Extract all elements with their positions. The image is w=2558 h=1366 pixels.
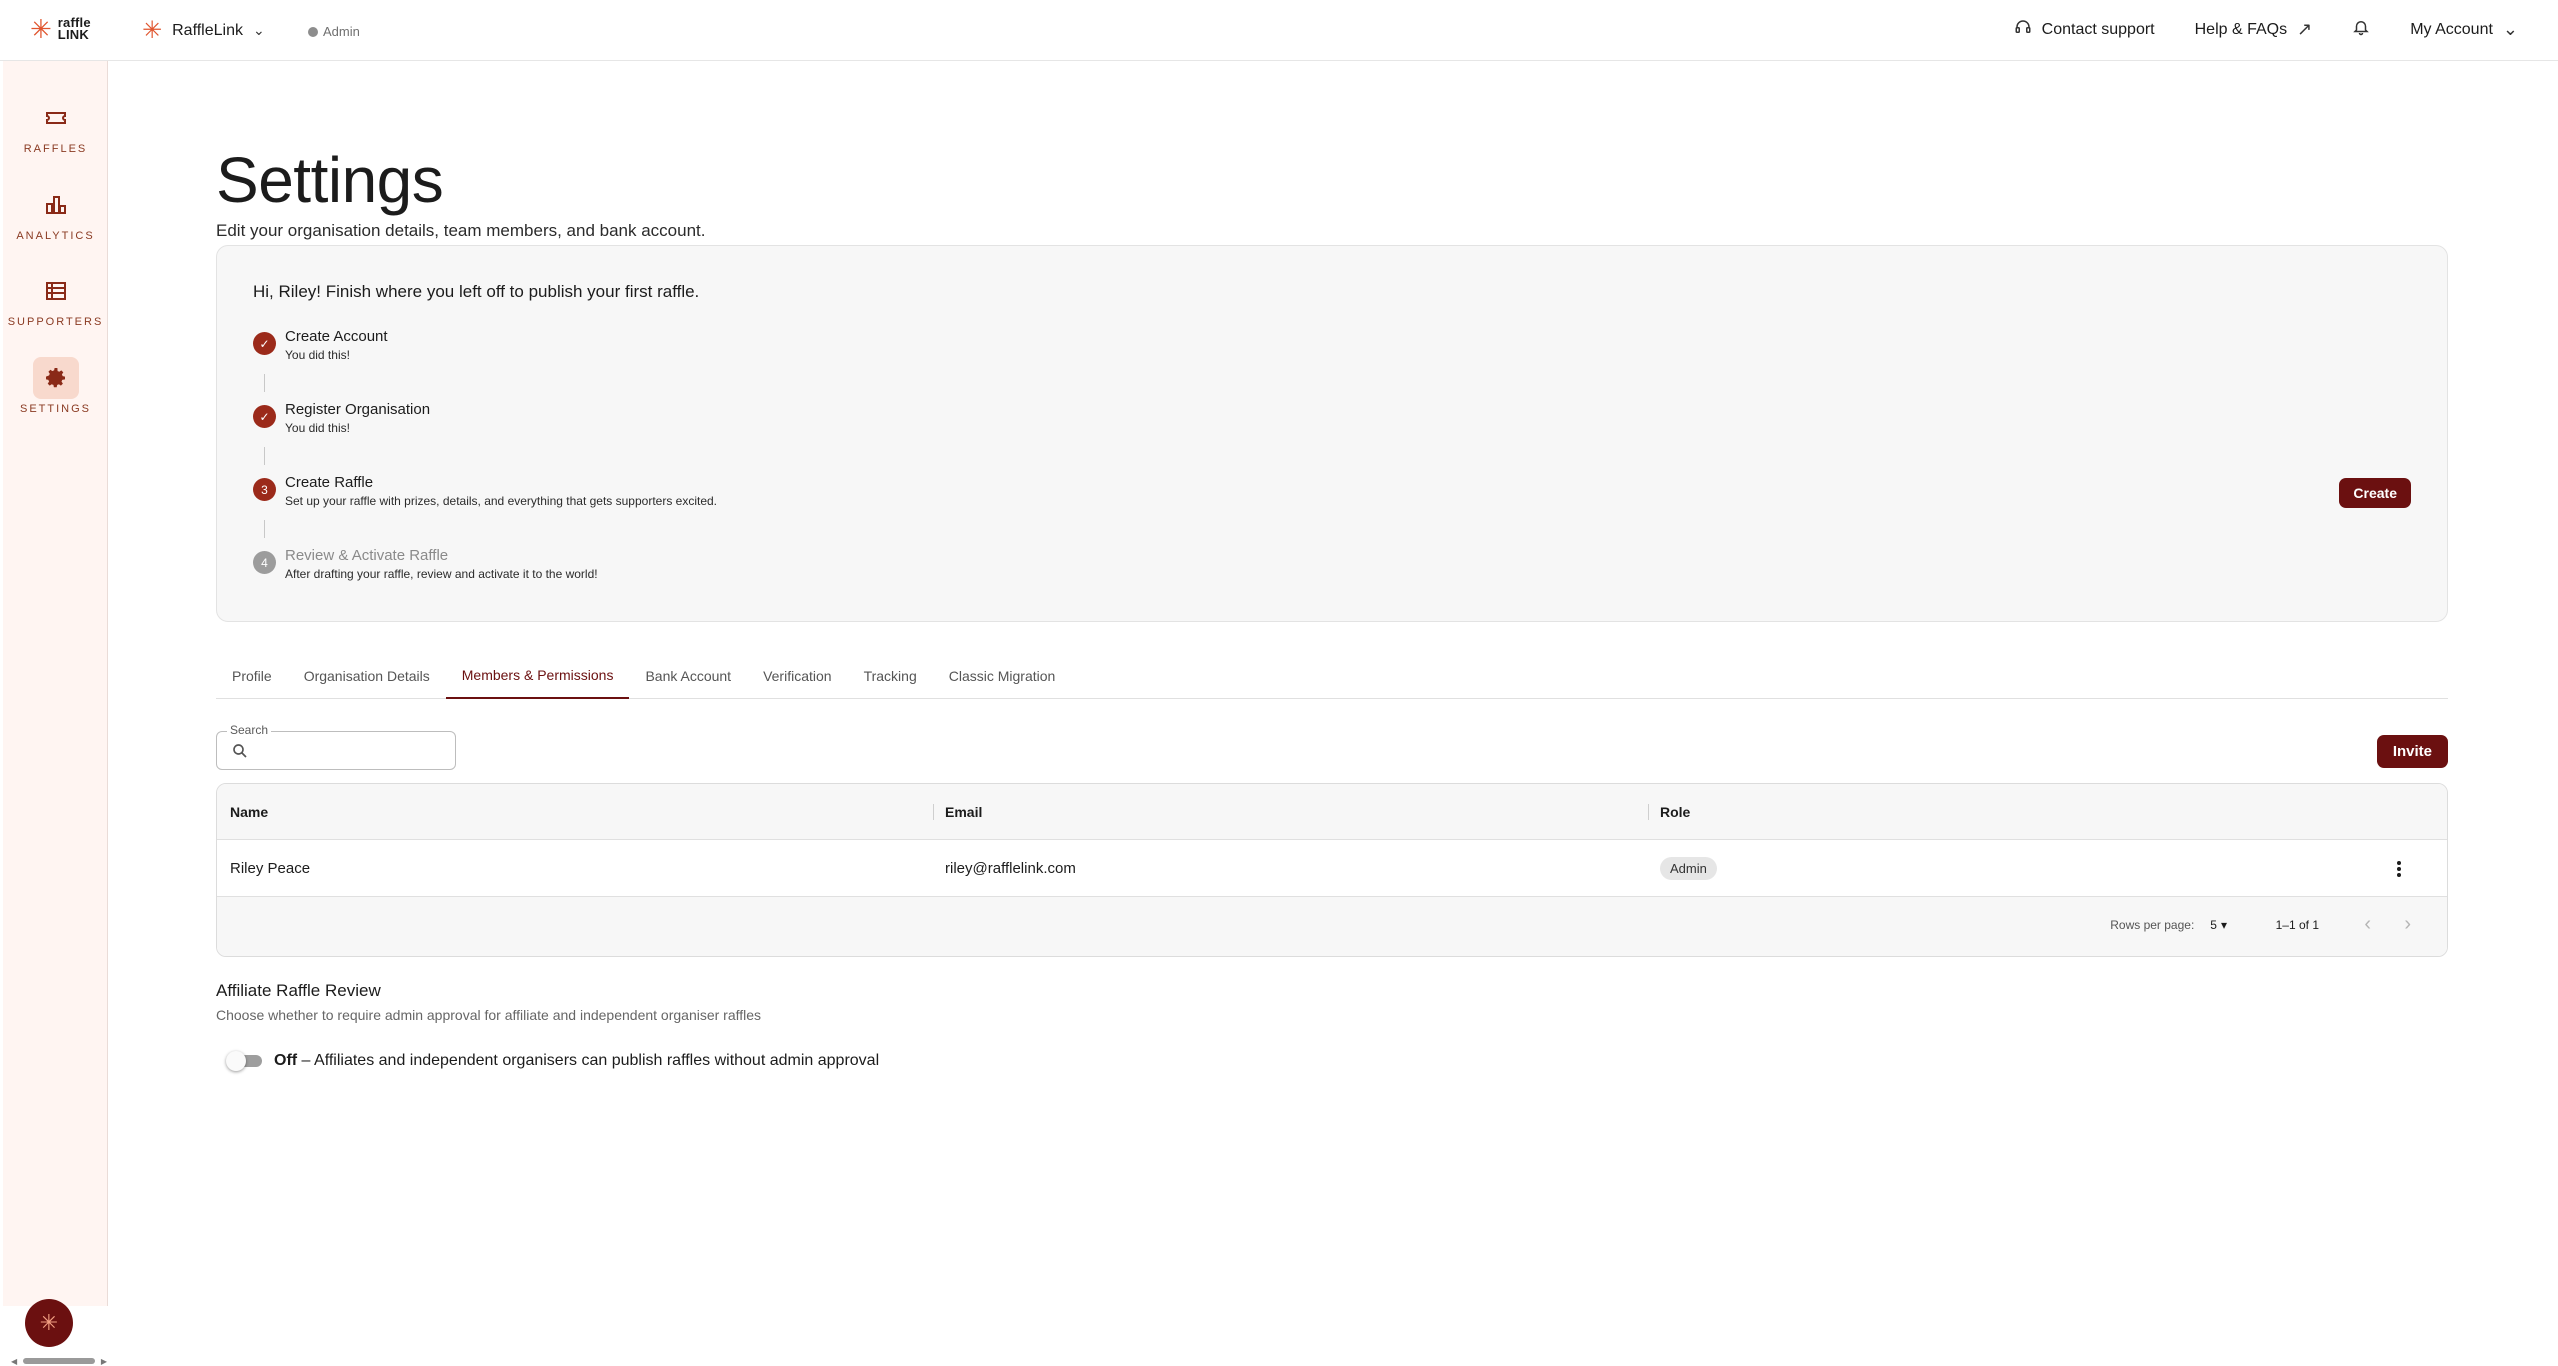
page-subtitle: Edit your organisation details, team mem… bbox=[216, 221, 706, 240]
previous-page-icon[interactable]: ‹ bbox=[2364, 913, 2371, 935]
my-account-menu[interactable]: My Account ⌄ bbox=[2410, 19, 2518, 40]
member-role: Admin bbox=[1660, 840, 1717, 897]
horizontal-scrollbar[interactable]: ◀ ▶ bbox=[11, 1356, 107, 1366]
tab-members-permissions[interactable]: Members & Permissions bbox=[445, 653, 630, 699]
row-actions-menu-icon[interactable] bbox=[2389, 858, 2409, 880]
sidebar: RAFFLES ANALYTICS SUPPORTERS SETTINGS ✳ … bbox=[3, 61, 108, 1366]
rows-per-page-select[interactable]: 5 ▾ bbox=[2210, 918, 2227, 932]
column-header-role[interactable]: Role bbox=[1648, 784, 1690, 840]
sidebar-item-label: ANALYTICS bbox=[16, 230, 95, 242]
step-number-badge: 3 bbox=[253, 478, 276, 501]
affiliate-review-toggle[interactable] bbox=[226, 1051, 262, 1071]
sidebar-item-label: SETTINGS bbox=[19, 403, 91, 415]
role-badge: Admin bbox=[1660, 857, 1717, 880]
step-description: After drafting your raffle, review and a… bbox=[285, 567, 598, 581]
contact-support-link[interactable]: Contact support bbox=[2014, 18, 2155, 41]
scrollbar-thumb[interactable] bbox=[23, 1358, 95, 1364]
toggle-thumb bbox=[226, 1051, 246, 1071]
org-switcher[interactable]: ✳ RaffleLink ⌄ bbox=[142, 16, 265, 45]
scroll-right-icon: ▶ bbox=[100, 1356, 107, 1366]
tab-classic-migration[interactable]: Classic Migration bbox=[933, 653, 1072, 699]
step-connector bbox=[264, 374, 265, 392]
tab-organisation-details[interactable]: Organisation Details bbox=[288, 653, 446, 699]
table-row[interactable]: Riley Peace riley@rafflelink.com Admin bbox=[217, 840, 2447, 897]
sidebar-item-analytics[interactable]: ANALYTICS bbox=[3, 184, 108, 242]
search-field: Search bbox=[216, 723, 456, 770]
page-title: Settings bbox=[216, 144, 444, 216]
scroll-left-icon: ◀ bbox=[11, 1356, 18, 1366]
step-title: Create Raffle bbox=[285, 474, 374, 491]
create-raffle-button[interactable]: Create bbox=[2339, 478, 2411, 508]
step-title: Create Account bbox=[285, 328, 388, 345]
invite-button[interactable]: Invite bbox=[2376, 735, 2448, 768]
role-tag-label: Admin bbox=[323, 24, 360, 39]
search-input[interactable] bbox=[257, 740, 447, 762]
sidebar-item-label: RAFFLES bbox=[23, 143, 88, 155]
tab-profile[interactable]: Profile bbox=[216, 653, 288, 699]
burst-logo-icon: ✳ bbox=[30, 14, 52, 44]
step-connector bbox=[264, 447, 265, 465]
affiliate-review-title: Affiliate Raffle Review bbox=[216, 981, 381, 1000]
column-header-name[interactable]: Name bbox=[230, 784, 268, 840]
bar-chart-icon bbox=[33, 184, 79, 226]
rafflelink-fab-button[interactable]: ✳ bbox=[25, 1299, 73, 1347]
settings-tabs: Profile Organisation Details Members & P… bbox=[216, 653, 2448, 699]
caret-down-icon: ▾ bbox=[2220, 918, 2227, 932]
step-title: Review & Activate Raffle bbox=[285, 547, 449, 564]
affiliate-review-description: Choose whether to require admin approval… bbox=[216, 1007, 762, 1023]
role-tag: Admin bbox=[308, 24, 360, 39]
check-icon: ✓ bbox=[253, 405, 276, 428]
external-arrow-icon: ↗ bbox=[2297, 19, 2313, 39]
help-faqs-link[interactable]: Help & FAQs ↗ bbox=[2195, 19, 2313, 40]
step-description: You did this! bbox=[285, 348, 350, 362]
list-icon bbox=[33, 270, 79, 312]
member-name: Riley Peace bbox=[230, 860, 311, 877]
shield-icon bbox=[308, 26, 318, 37]
top-bar: ✳ raffle LINK ✳ RaffleLink ⌄ Admin Conta… bbox=[0, 0, 2558, 61]
tab-tracking[interactable]: Tracking bbox=[848, 653, 933, 699]
tab-verification[interactable]: Verification bbox=[747, 653, 847, 699]
my-account-label: My Account bbox=[2410, 20, 2493, 38]
chevron-down-icon: ⌄ bbox=[2502, 19, 2518, 39]
rows-per-page-label: Rows per page: bbox=[2110, 918, 2195, 932]
table-pagination: Rows per page: 5 ▾ 1–1 of 1 ‹ › bbox=[217, 897, 2447, 956]
check-icon: ✓ bbox=[253, 332, 276, 355]
pagination-range: 1–1 of 1 bbox=[2275, 918, 2319, 932]
step-number-badge: 4 bbox=[253, 551, 276, 574]
contact-support-label: Contact support bbox=[2041, 20, 2155, 38]
logo-wordmark: raffle LINK bbox=[57, 15, 91, 42]
notifications-button[interactable] bbox=[2352, 18, 2370, 41]
ticket-icon bbox=[33, 97, 79, 139]
sidebar-item-supporters[interactable]: SUPPORTERS bbox=[3, 270, 108, 328]
search-icon bbox=[233, 744, 247, 758]
table-header: Name Email Role bbox=[217, 784, 2447, 840]
sidebar-item-raffles[interactable]: RAFFLES bbox=[3, 97, 108, 155]
rafflelink-logo[interactable]: ✳ raffle LINK bbox=[30, 16, 91, 42]
search-label: Search bbox=[227, 723, 272, 737]
sidebar-item-settings[interactable]: SETTINGS bbox=[3, 357, 108, 415]
bell-icon bbox=[2352, 18, 2370, 41]
step-title: Register Organisation bbox=[285, 401, 431, 418]
members-table: Name Email Role Riley Peace riley@raffle… bbox=[216, 783, 2448, 957]
org-name: RaffleLink bbox=[172, 21, 243, 39]
affiliate-review-toggle-label: Off – Affiliates and independent organis… bbox=[274, 1052, 880, 1069]
org-burst-icon: ✳ bbox=[142, 17, 163, 44]
sidebar-item-label: SUPPORTERS bbox=[7, 316, 104, 328]
rows-per-page: Rows per page: 5 ▾ bbox=[2110, 918, 2227, 932]
member-email: riley@rafflelink.com bbox=[945, 860, 1076, 877]
onboarding-greeting: Hi, Riley! Finish where you left off to … bbox=[253, 282, 700, 301]
headset-icon bbox=[2014, 18, 2032, 41]
chevron-down-icon: ⌄ bbox=[252, 22, 265, 38]
onboarding-card: Hi, Riley! Finish where you left off to … bbox=[216, 245, 2448, 622]
header-actions: Contact support Help & FAQs ↗ My Account… bbox=[2014, 18, 2518, 41]
next-page-icon[interactable]: › bbox=[2404, 913, 2411, 935]
step-description: Set up your raffle with prizes, details,… bbox=[285, 494, 718, 508]
step-connector bbox=[264, 520, 265, 538]
column-header-email[interactable]: Email bbox=[933, 784, 982, 840]
step-description: You did this! bbox=[285, 421, 350, 435]
help-faqs-label: Help & FAQs bbox=[2194, 20, 2288, 38]
tab-bank-account[interactable]: Bank Account bbox=[629, 653, 747, 699]
gear-icon bbox=[32, 357, 79, 399]
